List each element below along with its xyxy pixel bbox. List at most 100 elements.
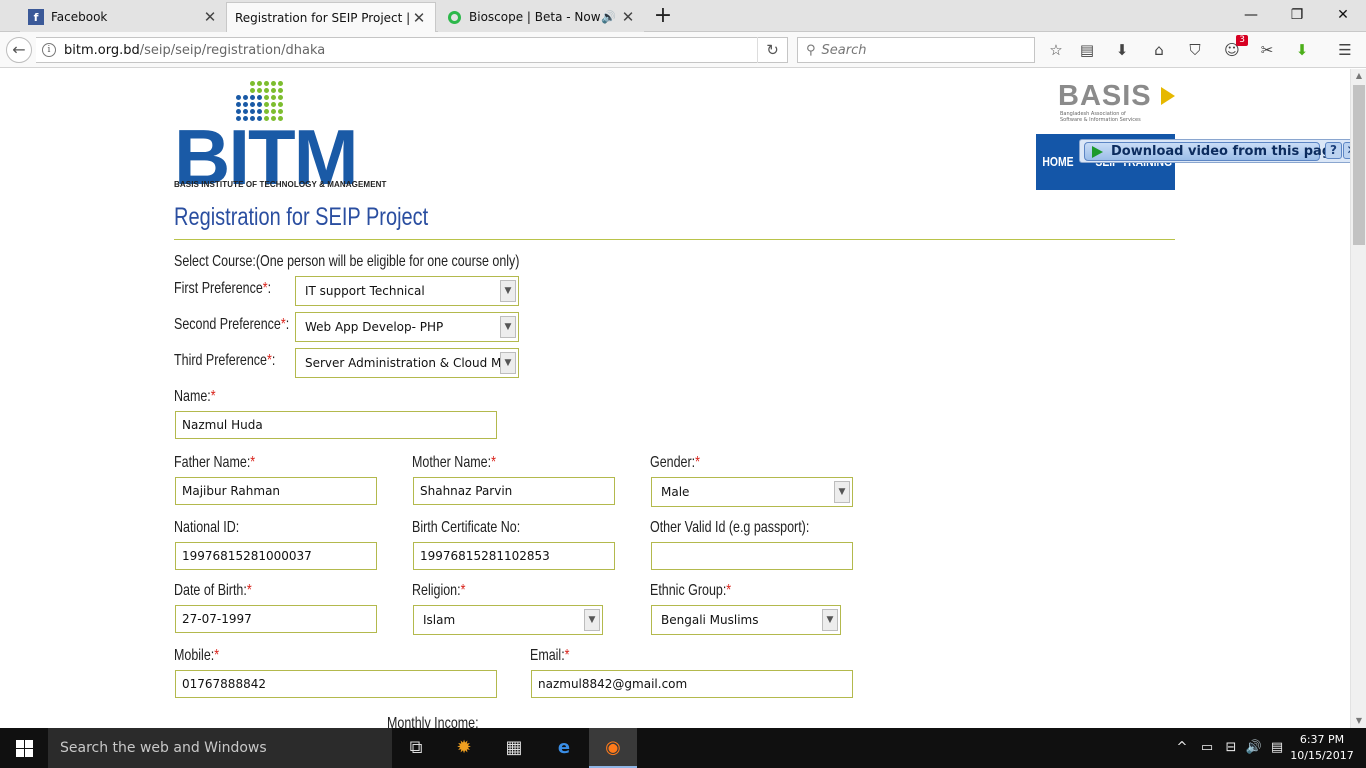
tab-bioscope[interactable]: Bioscope | Beta - Now Pl 🔊 ✕ [438,2,644,32]
new-tab-button[interactable]: + [650,4,676,30]
required-mark: * [210,388,216,405]
scroll-up-icon[interactable]: ▲ [1351,69,1366,83]
chevron-down-icon[interactable]: ▼ [500,352,516,374]
facebook-icon: f [28,9,44,25]
required-mark: * [214,647,220,664]
other-id-field[interactable] [651,542,853,570]
third-preference-select[interactable]: Server Administration & Cloud Ma ▼ [295,348,519,378]
scroll-down-icon[interactable]: ▼ [1351,714,1366,728]
logo-dot [264,102,269,107]
tray-expand-icon[interactable]: ^ [1172,728,1192,768]
site-info-icon[interactable]: i [42,43,56,57]
tab-bar: f Facebook ✕ Registration for SEIP Proje… [0,0,1366,32]
first-preference-select[interactable]: IT support Technical ▼ [295,276,519,306]
url-bar[interactable]: i bitm.org.bd/seip/seip/registration/dha… [36,37,788,63]
select-value: Male [661,485,690,499]
father-name-label: Father Name:* [174,454,255,472]
close-window-button[interactable]: ✕ [1320,0,1366,30]
firefox-icon[interactable]: ◉ [589,728,637,768]
logo-subtitle: BASIS INSTITUTE OF TECHNOLOGY & MANAGEME… [174,180,387,189]
mother-name-field[interactable]: Shahnaz Parvin [413,477,615,505]
downloads-icon[interactable]: ⬇ [1110,39,1134,61]
chevron-down-icon[interactable]: ▼ [500,280,516,302]
logo-dot [243,102,248,107]
chevron-down-icon[interactable]: ▼ [822,609,838,631]
sun-app-icon[interactable]: ✹ [440,728,488,768]
religion-select[interactable]: Islam ▼ [413,605,603,635]
basis-wordmark: BASIS [1058,80,1152,112]
page-scrollbar[interactable]: ▲ ▼ [1350,69,1366,728]
pocket-icon[interactable]: ⛉ [1183,39,1207,61]
clock[interactable]: 6:37 PM 10/15/2017 [1290,732,1354,764]
download-helper-icon[interactable]: ⬇ [1290,39,1314,61]
logo-dot [278,88,283,93]
national-id-field[interactable]: 19976815281000037 [175,542,377,570]
chevron-down-icon[interactable]: ▼ [500,316,516,338]
screenshot-icon[interactable]: ✂ [1255,39,1279,61]
download-video-button[interactable]: Download video from this page [1084,142,1340,161]
network-icon[interactable]: ⊟ [1220,728,1242,768]
store-icon[interactable]: ▦ [490,728,538,768]
reload-icon[interactable]: ↻ [757,37,787,63]
action-center-icon[interactable]: ▤ [1266,728,1288,768]
chevron-down-icon[interactable]: ▼ [834,481,850,503]
monthly-income-label: Monthly Income: [387,715,479,728]
required-mark: * [695,454,700,471]
help-icon[interactable]: ? [1325,142,1342,159]
chevron-down-icon[interactable]: ▼ [584,609,600,631]
birth-certificate-field[interactable]: 19976815281102853 [413,542,615,570]
mobile-field[interactable]: 01767888842 [175,670,497,698]
url-path: /seip/seip/registration/dhaka [139,42,326,58]
bioscope-icon [446,9,462,25]
email-field[interactable]: nazmul8842@gmail.com [531,670,853,698]
gender-label: Gender:* [650,454,700,472]
ethnic-group-label: Ethnic Group:* [650,582,731,600]
logo-dot [257,88,262,93]
basis-logo[interactable]: BASIS Bangladesh Association of Software… [1058,80,1178,123]
windows-logo-icon [25,749,33,757]
gender-select[interactable]: Male ▼ [651,477,853,507]
reading-list-icon[interactable]: ▤ [1075,39,1099,61]
close-tab-icon[interactable]: ✕ [620,8,636,26]
page-title: Registration for SEIP Project [174,203,429,231]
bitm-logo[interactable]: BITM BASIS INSTITUTE OF TECHNOLOGY & MAN… [174,81,388,196]
tab-title: Facebook [51,10,108,24]
name-field[interactable]: Nazmul Huda [175,411,497,439]
close-tab-icon[interactable]: ✕ [411,9,427,27]
menu-icon[interactable]: ☰ [1333,39,1357,61]
logo-dot [236,102,241,107]
required-mark: * [250,454,256,471]
logo-dot [250,95,255,100]
bookmark-star-icon[interactable]: ☆ [1044,39,1068,61]
speaker-icon[interactable]: 🔊 [601,10,616,24]
email-label: Email:* [530,647,570,665]
ethnic-group-select[interactable]: Bengali Muslims ▼ [651,605,841,635]
father-name-field[interactable]: Majibur Rahman [175,477,377,505]
close-tab-icon[interactable]: ✕ [202,8,218,26]
battery-icon[interactable]: ▭ [1196,728,1218,768]
maximize-button[interactable]: ❐ [1274,0,1320,30]
edge-icon[interactable]: e [540,728,588,768]
start-button[interactable] [0,728,48,768]
task-view-icon[interactable]: ⧉ [392,728,440,768]
taskbar-search-input[interactable]: Search the web and Windows [48,728,392,768]
windows-taskbar: Search the web and Windows ⧉ ✹ ▦ e ◉ ^ ▭… [0,728,1366,768]
religion-label: Religion:* [412,582,465,600]
dob-field[interactable]: 27-07-1997 [175,605,377,633]
nav-home[interactable]: HOME [1036,134,1078,190]
basis-subtitle-line: Software & Information Services [1060,117,1141,123]
search-input[interactable]: ⚲ Search [797,37,1035,63]
second-preference-select[interactable]: Web App Develop- PHP ▼ [295,312,519,342]
tab-registration[interactable]: Registration for SEIP Project | BIT ✕ [226,2,436,32]
notifications-icon[interactable]: ☺ 3 [1220,35,1248,61]
close-icon[interactable]: ✕ [1343,142,1350,159]
volume-icon[interactable]: 🔊 [1243,728,1265,768]
logo-dot [278,102,283,107]
tab-facebook[interactable]: f Facebook ✕ [20,2,226,32]
label-text: Father Name: [174,454,251,471]
back-button[interactable]: ← [6,37,32,63]
minimize-button[interactable]: — [1228,0,1274,30]
title-divider [174,239,1175,240]
home-icon[interactable]: ⌂ [1147,39,1171,61]
scrollbar-thumb[interactable] [1353,85,1365,245]
